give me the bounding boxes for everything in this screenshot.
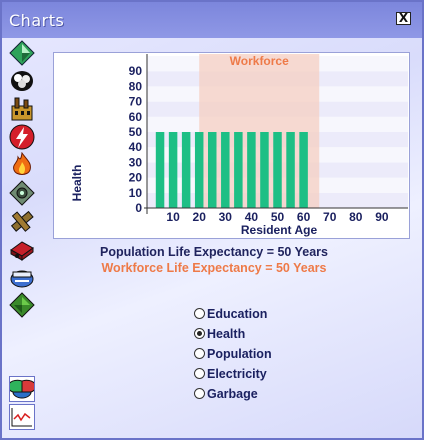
bar xyxy=(194,132,204,208)
bar xyxy=(221,132,230,208)
water-pipe-icon[interactable] xyxy=(9,208,35,234)
window-title: Charts xyxy=(9,11,65,30)
option-label: Education xyxy=(207,307,268,321)
bar xyxy=(181,132,191,208)
option-label: Health xyxy=(207,327,246,341)
x-tick-label: 20 xyxy=(193,210,207,224)
bar xyxy=(168,132,178,208)
pie-chart-icon[interactable] xyxy=(9,376,35,402)
x-tick-label: 60 xyxy=(297,210,311,224)
option-education[interactable]: Education xyxy=(194,307,267,325)
land-icon[interactable] xyxy=(9,292,35,318)
x-tick-label: 80 xyxy=(349,210,363,224)
workforce-life-expectancy: Workforce Life Expectancy = 50 Years xyxy=(101,261,327,275)
title-bar[interactable]: Charts X xyxy=(2,2,422,38)
x-tick-label: 70 xyxy=(323,210,337,224)
radio-button[interactable] xyxy=(194,348,205,359)
black-steam-icon[interactable] xyxy=(9,68,35,94)
close-button[interactable]: X xyxy=(396,12,411,25)
bar xyxy=(155,132,165,208)
gear-icon[interactable] xyxy=(9,180,35,206)
y-tick-label: 0 xyxy=(135,201,142,215)
population-life-expectancy: Population Life Expectancy = 50 Years xyxy=(100,245,328,259)
y-tick-label: 50 xyxy=(129,125,143,139)
bar xyxy=(286,132,295,208)
chart-panel: Workforce 0 10 20 30 40 50 60 70 80 90 10 20 30 40 50 60… xyxy=(53,52,410,239)
option-label: Population xyxy=(207,347,272,361)
line-graph-icon[interactable] xyxy=(9,404,35,430)
radio-button[interactable] xyxy=(194,368,205,379)
bar xyxy=(299,132,308,208)
bar xyxy=(273,132,282,208)
health-chart: Workforce010203040506070809010 20 30 40 50 60… xyxy=(70,54,408,237)
y-tick-label: 20 xyxy=(129,171,143,185)
y-tick-label: 90 xyxy=(129,64,143,78)
bar xyxy=(208,132,217,208)
y-tick-label: 60 xyxy=(129,110,143,124)
y-axis-label: Health xyxy=(70,165,84,202)
y-tick-label: 70 xyxy=(129,95,143,109)
lightning-icon[interactable] xyxy=(9,124,35,150)
radio-button[interactable] xyxy=(194,308,205,319)
factory-icon[interactable] xyxy=(9,96,35,122)
chart-category-toolbar xyxy=(2,38,36,438)
option-health[interactable]: Health xyxy=(194,327,245,345)
charts-window: Charts X Workforce 0 10 20 30 40 50 60 7… xyxy=(0,0,424,440)
y-tick-label: 30 xyxy=(129,155,143,169)
bar xyxy=(260,132,269,208)
x-tick-label: 30 xyxy=(219,210,233,224)
x-tick-label: 40 xyxy=(245,210,259,224)
radio-button[interactable] xyxy=(194,388,205,399)
x-tick-label: 90 xyxy=(375,210,389,224)
option-electricity[interactable]: Electricity xyxy=(194,367,267,385)
y-tick-label: 10 xyxy=(129,186,143,200)
option-garbage[interactable]: Garbage xyxy=(194,387,258,405)
x-axis-label: Resident Age xyxy=(241,223,318,237)
y-tick-label: 40 xyxy=(129,140,143,154)
bar xyxy=(247,132,256,208)
x-tick-label: 10 xyxy=(166,210,180,224)
option-label: Electricity xyxy=(207,367,267,381)
green-crystal-icon[interactable] xyxy=(9,40,35,66)
bar xyxy=(234,132,243,208)
y-tick-label: 80 xyxy=(129,79,143,93)
fire-icon[interactable] xyxy=(9,152,35,178)
option-population[interactable]: Population xyxy=(194,347,272,365)
x-tick-label: 50 xyxy=(271,210,285,224)
workforce-band-label: Workforce xyxy=(230,54,289,68)
option-label: Garbage xyxy=(207,387,258,401)
radio-button[interactable] xyxy=(194,328,205,339)
